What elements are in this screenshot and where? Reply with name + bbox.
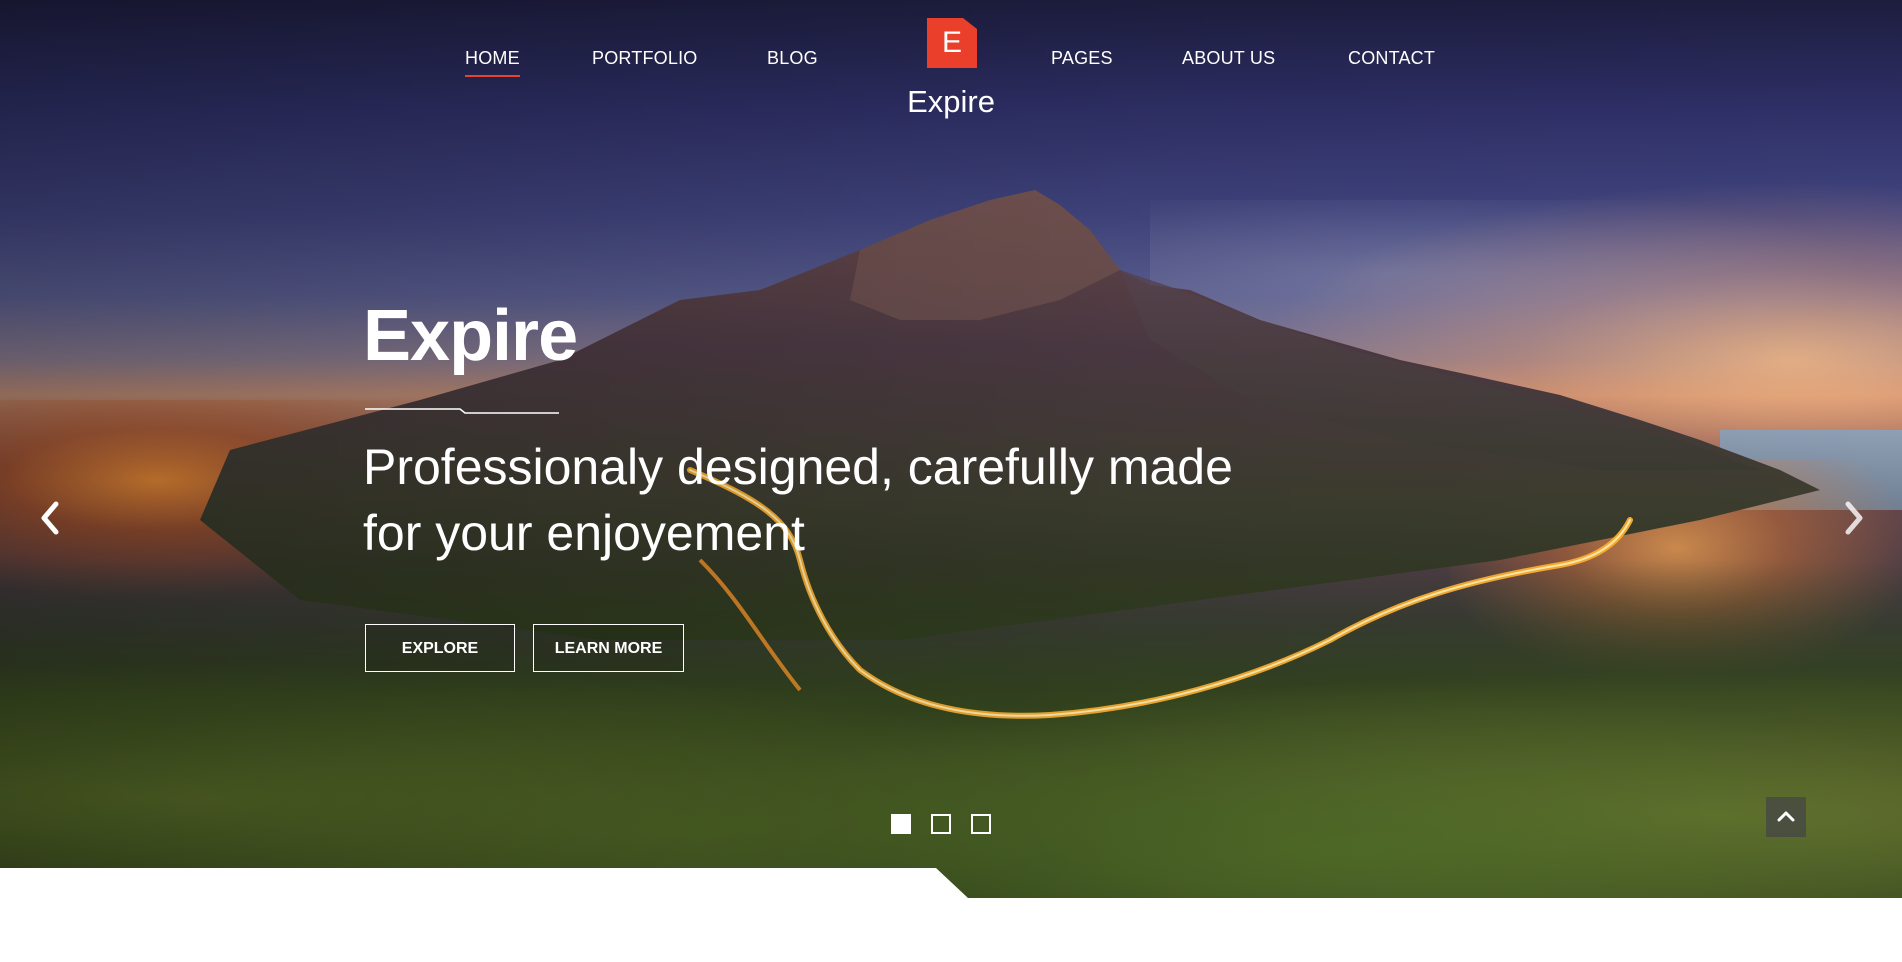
nav-contact[interactable]: CONTACT (1348, 48, 1435, 69)
chevron-left-icon[interactable] (36, 496, 66, 540)
title-divider (365, 408, 559, 414)
nav-pages[interactable]: PAGES (1051, 48, 1113, 69)
explore-button[interactable]: EXPLORE (365, 624, 515, 672)
slide-indicator-1[interactable] (891, 814, 911, 834)
nav-blog[interactable]: BLOG (767, 48, 818, 69)
slide-indicator-2[interactable] (931, 814, 951, 834)
learn-more-button[interactable]: LEARN MORE (533, 624, 684, 672)
section-divider-shape (0, 868, 1902, 962)
page: HOME PORTFOLIO BLOG PAGES ABOUT US CONTA… (0, 0, 1902, 962)
hero-title: Expire (363, 296, 578, 376)
logo-icon[interactable]: E (927, 18, 977, 68)
back-to-top-button[interactable] (1766, 797, 1806, 837)
nav-about-us[interactable]: ABOUT US (1182, 48, 1275, 69)
nav-portfolio[interactable]: PORTFOLIO (592, 48, 698, 69)
logo-name[interactable]: Expire (851, 84, 1051, 120)
hero-subtitle-line-2: for your enjoyement (363, 505, 805, 561)
nav-home[interactable]: HOME (465, 48, 520, 77)
chevron-up-icon (1777, 811, 1795, 822)
hero-subtitle-line-1: Professionaly designed, carefully made (363, 439, 1233, 495)
chevron-right-icon[interactable] (1838, 496, 1868, 540)
hero-subtitle: Professionaly designed, carefully made f… (363, 434, 1303, 566)
slide-indicator-3[interactable] (971, 814, 991, 834)
